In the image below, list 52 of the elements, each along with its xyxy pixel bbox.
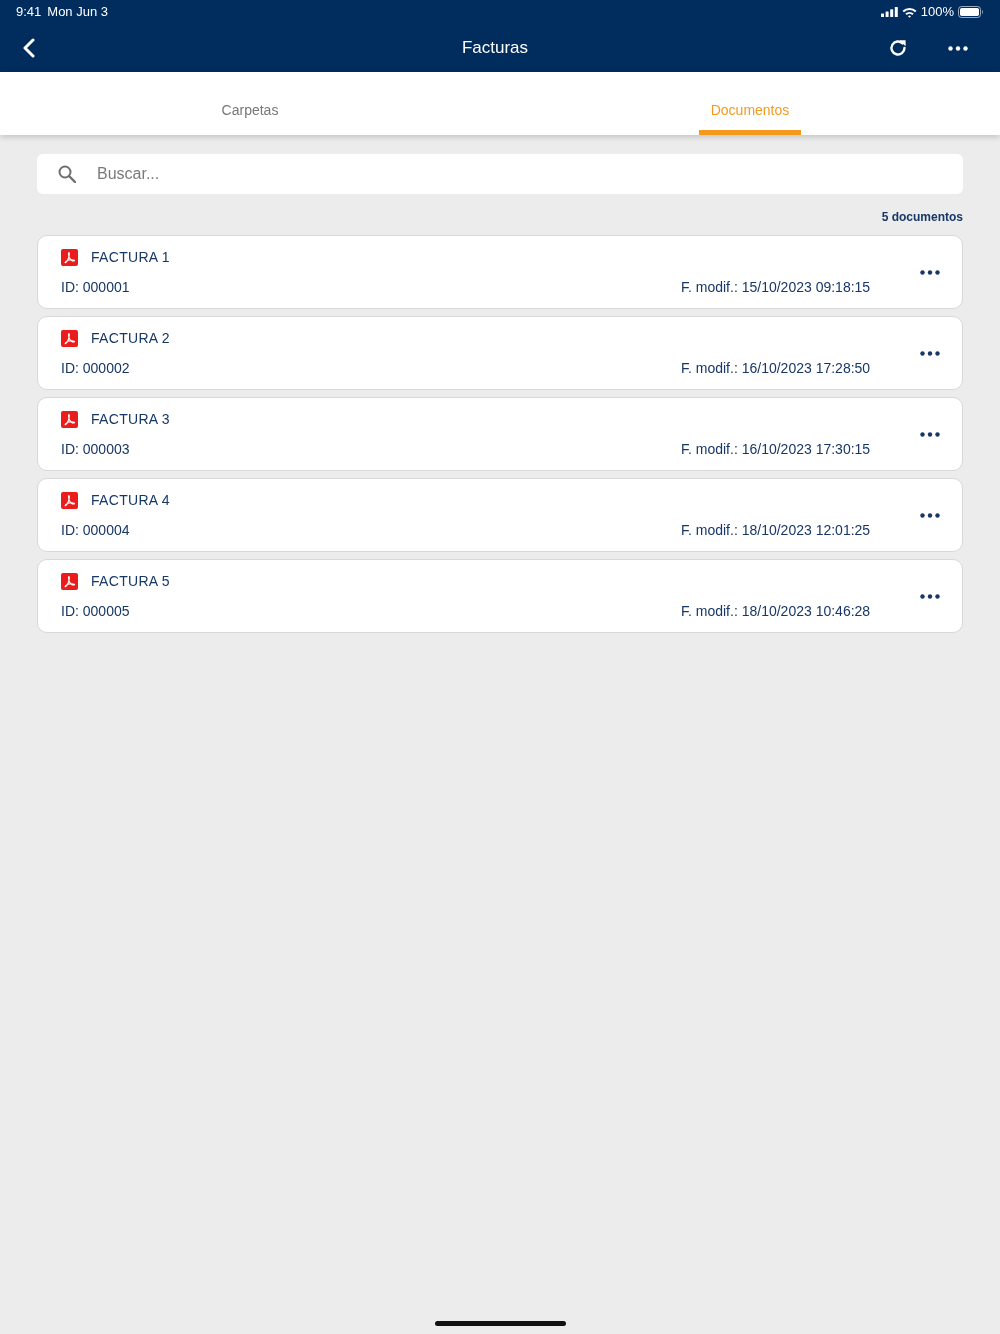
document-title: FACTURA 1 — [91, 248, 170, 266]
back-icon — [22, 38, 35, 58]
more-icon — [920, 269, 940, 275]
document-title: FACTURA 3 — [91, 410, 170, 428]
pdf-file-icon — [61, 329, 78, 347]
document-count: 5 documentos — [881, 210, 963, 225]
pdf-file-icon — [61, 491, 78, 509]
document-card[interactable]: FACTURA 5 ID: 000005 F. modif.: 18/10/2023 10:46:28 — [37, 559, 963, 633]
nav-title: Facturas — [461, 37, 529, 59]
document-id: ID: 000004 — [61, 521, 130, 539]
refresh-button[interactable] — [888, 38, 908, 58]
modified-date: F. modif.: 18/10/2023 10:46:28 — [681, 602, 871, 620]
document-id: ID: 000005 — [61, 602, 130, 620]
search-field[interactable]: Buscar... — [37, 154, 963, 194]
pdf-file-icon — [61, 410, 78, 428]
battery-icon — [958, 6, 984, 18]
pdf-file-icon — [61, 248, 78, 266]
search-icon — [58, 165, 76, 183]
document-id: ID: 000002 — [61, 359, 130, 377]
wifi-icon — [901, 6, 917, 18]
more-button[interactable] — [920, 512, 940, 518]
tab[interactable]: Carpetas — [209, 101, 291, 135]
more-icon — [920, 593, 940, 599]
more-button[interactable] — [920, 593, 940, 599]
document-title: FACTURA 2 — [91, 329, 170, 347]
pdf-file-icon — [61, 572, 78, 590]
document-title: FACTURA 5 — [91, 572, 170, 590]
modified-date: F. modif.: 16/10/2023 17:28:50 — [681, 359, 871, 377]
document-card[interactable]: FACTURA 4 ID: 000004 F. modif.: 18/10/2023 12:01:25 — [37, 478, 963, 552]
more-icon — [920, 431, 940, 437]
battery-percent: 100% — [920, 4, 954, 20]
more-button[interactable] — [920, 431, 940, 437]
status-date: Mon Jun 3 — [47, 4, 108, 20]
more-button[interactable] — [920, 269, 940, 275]
document-card[interactable]: FACTURA 1 ID: 000001 F. modif.: 15/10/2023 09:18:15 — [37, 235, 963, 309]
back-button[interactable] — [22, 38, 35, 58]
document-card[interactable]: FACTURA 3 ID: 000003 F. modif.: 16/10/2023 17:30:15 — [37, 397, 963, 471]
document-id: ID: 000003 — [61, 440, 130, 458]
more-button[interactable] — [948, 45, 968, 51]
more-icon — [948, 45, 968, 51]
document-card[interactable]: FACTURA 2 ID: 000002 F. modif.: 16/10/2023 17:28:50 — [37, 316, 963, 390]
modified-date: F. modif.: 16/10/2023 17:30:15 — [681, 440, 871, 458]
status-time: 9:41 — [16, 4, 42, 20]
more-button[interactable] — [920, 350, 940, 356]
modified-date: F. modif.: 15/10/2023 09:18:15 — [681, 278, 871, 296]
refresh-icon — [888, 38, 908, 58]
more-icon — [920, 512, 940, 518]
modified-date: F. modif.: 18/10/2023 12:01:25 — [681, 521, 871, 539]
document-title: FACTURA 4 — [91, 491, 170, 509]
signal-icon — [880, 7, 898, 17]
more-icon — [920, 350, 940, 356]
document-id: ID: 000001 — [61, 278, 130, 296]
